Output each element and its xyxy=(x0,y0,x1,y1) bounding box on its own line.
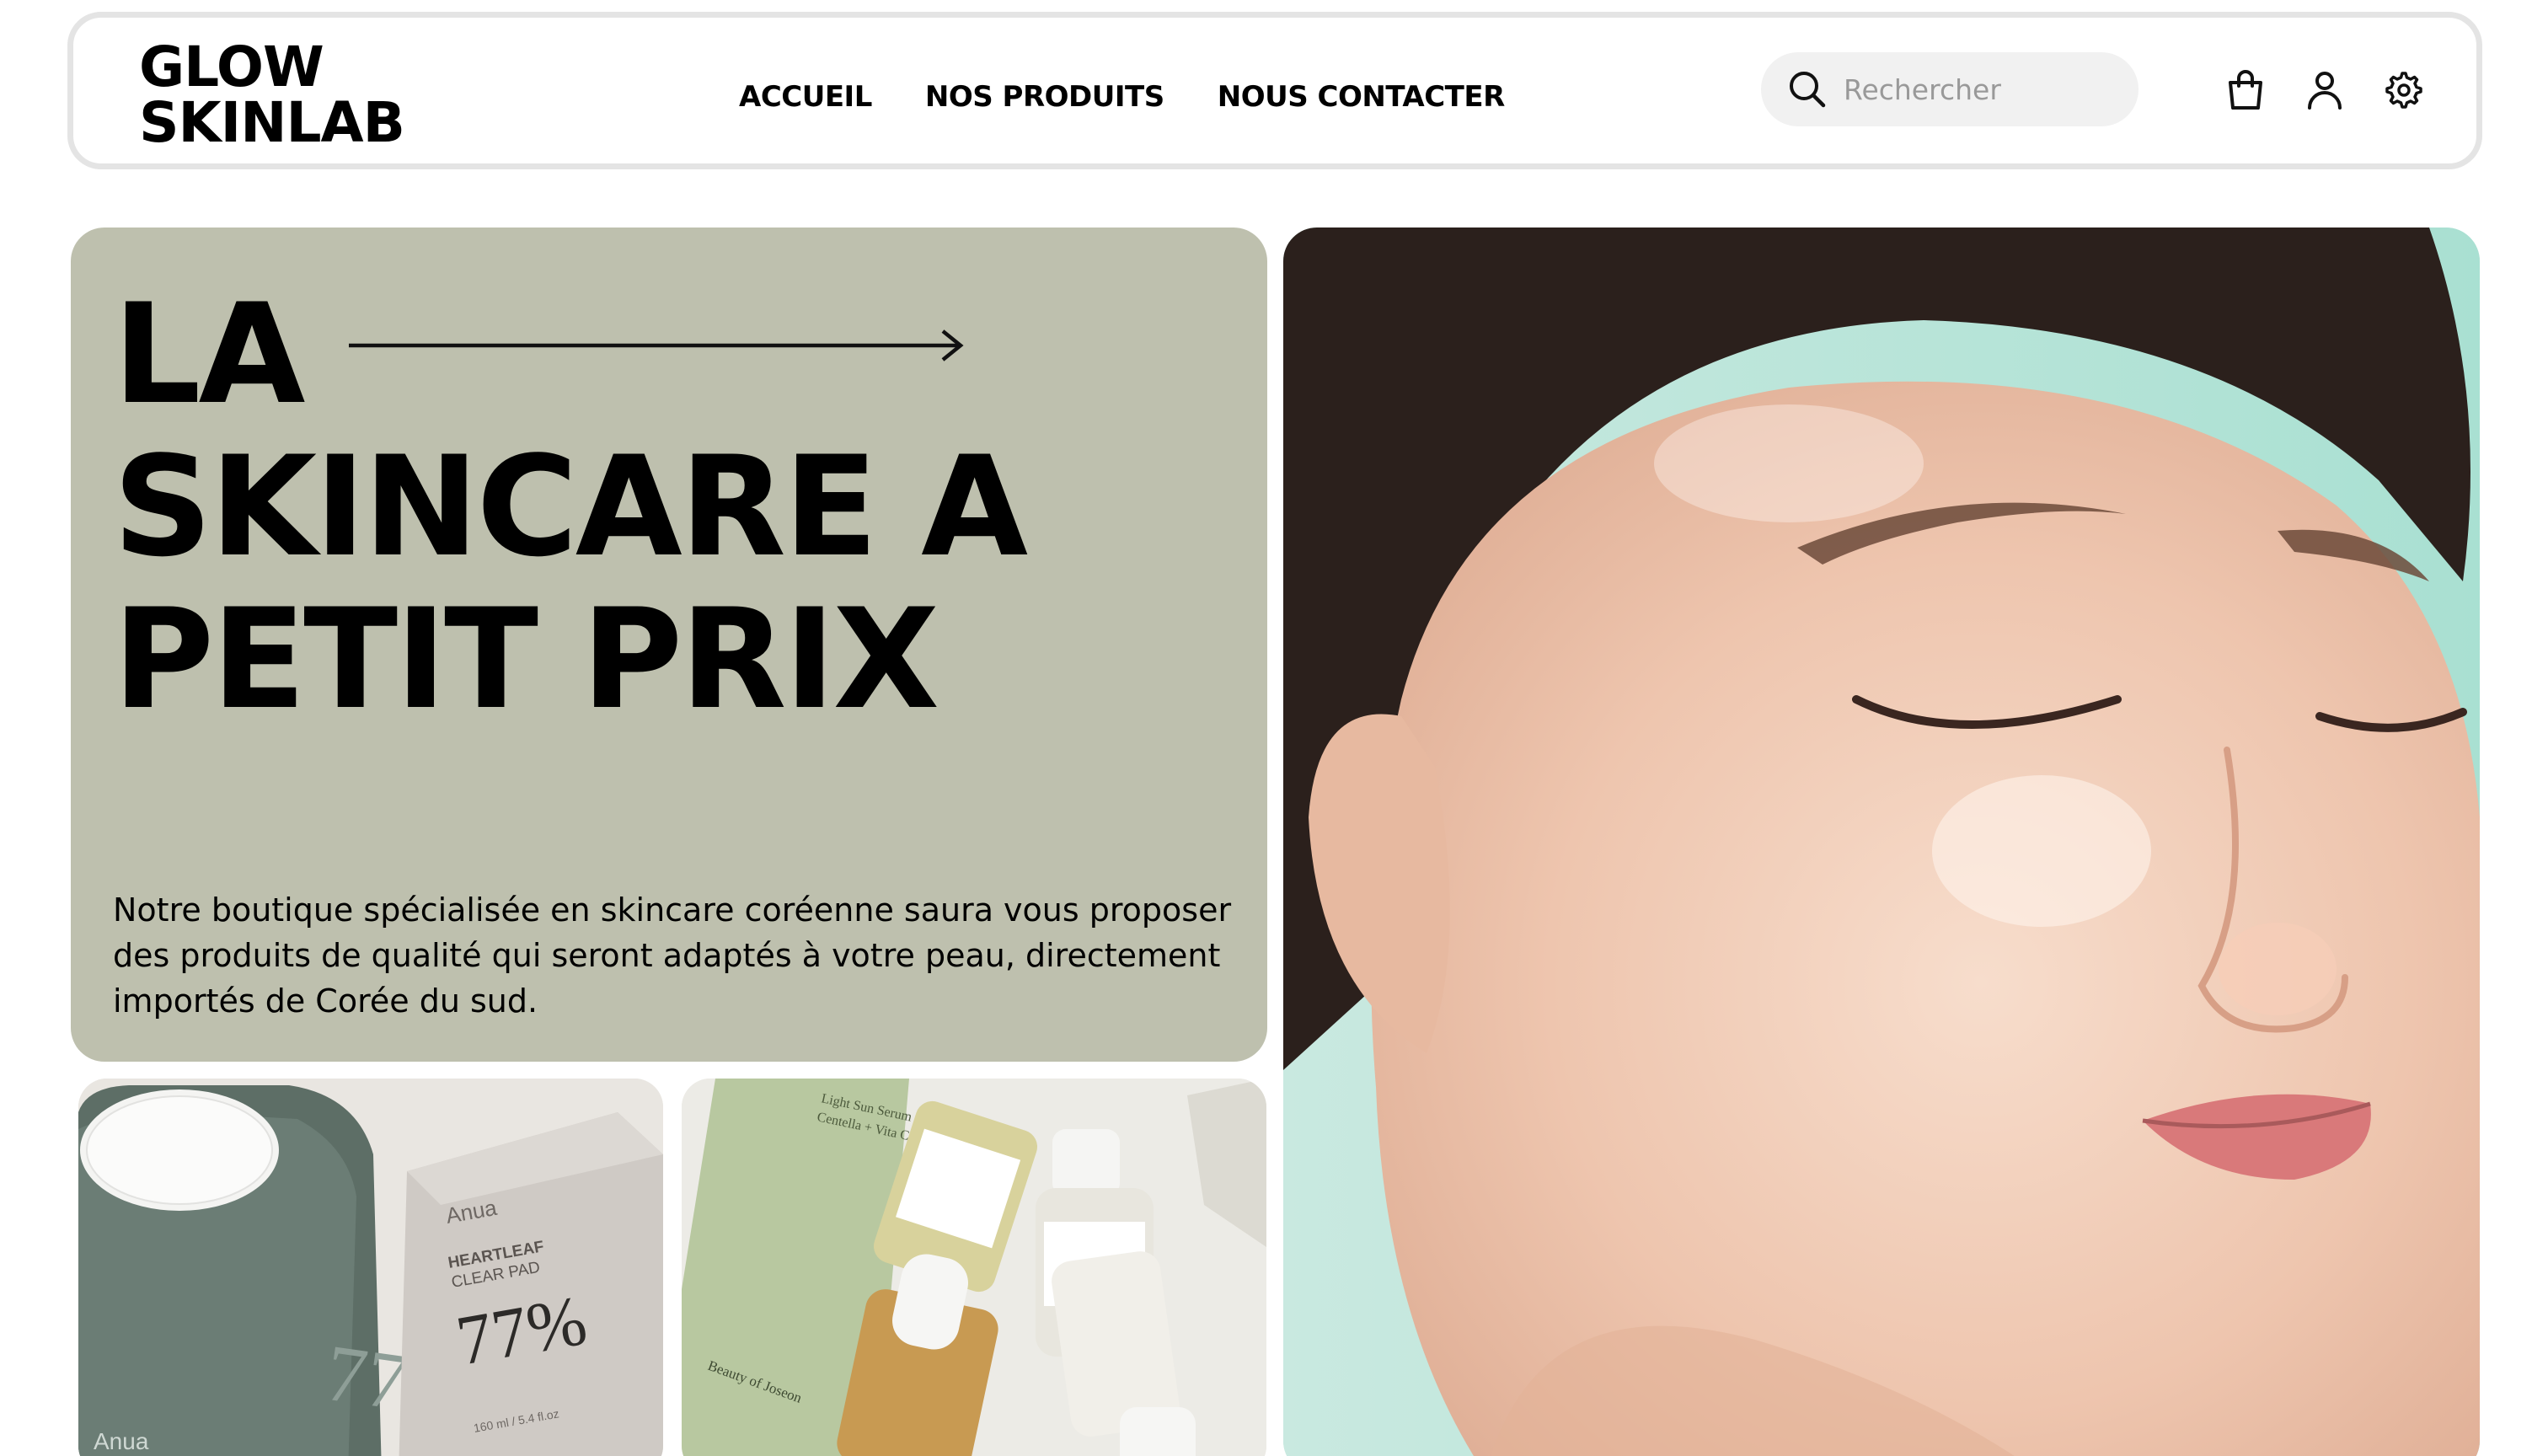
hero-description: Notre boutique spécialisée en skincare c… xyxy=(113,887,1234,1024)
settings-gear-icon xyxy=(2385,72,2422,109)
arrow-right-icon xyxy=(349,329,964,361)
account-button[interactable] xyxy=(2301,67,2348,114)
nav-link-nous-contacter[interactable]: NOUS CONTACTER xyxy=(1218,80,1506,114)
hero-description-line1: Notre boutique spécialisée en skincare c… xyxy=(113,891,1232,929)
settings-button[interactable] xyxy=(2379,67,2426,114)
hero-title-line2: SKINCARE A xyxy=(113,426,1028,587)
brand-logo[interactable]: GLOW SKINLAB xyxy=(139,40,442,151)
anua-product-illustration: 77 Anua Anua HEARTLEAF CLEAR PAD 77% 160… xyxy=(78,1079,663,1456)
site-header: GLOW SKINLAB ACCUEIL NOS PRODUITS NOUS C… xyxy=(67,12,2482,169)
hero-title-line3: PETIT PRIX xyxy=(113,579,939,740)
hero-card: LA SKINCARE A PETIT PRIX Notre boutique … xyxy=(71,228,1267,1062)
shopping-bag-icon xyxy=(2229,70,2262,110)
joseon-product-illustration: Light Sun Serum Centella + Vita C Beauty… xyxy=(682,1079,1266,1456)
product-image-anua-heartleaf-pads[interactable]: 77 Anua Anua HEARTLEAF CLEAR PAD 77% 160… xyxy=(78,1079,663,1456)
main-navigation: ACCUEIL NOS PRODUITS NOUS CONTACTER xyxy=(739,72,1558,122)
nav-link-nos-produits[interactable]: NOS PRODUITS xyxy=(925,80,1164,114)
product-image-beauty-of-joseon-serums[interactable]: Light Sun Serum Centella + Vita C Beauty… xyxy=(682,1079,1266,1456)
jar-77-mark: 77 xyxy=(320,1327,413,1427)
jar-brand-text: Anua xyxy=(94,1428,149,1454)
hero-description-line2: des produits de qualité qui seront adapt… xyxy=(113,937,1221,974)
user-icon xyxy=(2308,72,2342,110)
brand-logo-line1: GLOW xyxy=(139,35,324,99)
search-input[interactable] xyxy=(1844,72,2122,106)
nav-link-accueil[interactable]: ACCUEIL xyxy=(739,80,872,114)
cart-button[interactable] xyxy=(2222,67,2269,114)
search-icon xyxy=(1790,72,1826,108)
model-portrait-illustration xyxy=(1283,228,2480,1456)
hero-portrait-image xyxy=(1283,228,2480,1456)
brand-logo-line2: SKINLAB xyxy=(139,90,405,155)
search-bar[interactable] xyxy=(1761,52,2138,126)
hero-description-line3: importés de Corée du sud. xyxy=(113,982,538,1020)
